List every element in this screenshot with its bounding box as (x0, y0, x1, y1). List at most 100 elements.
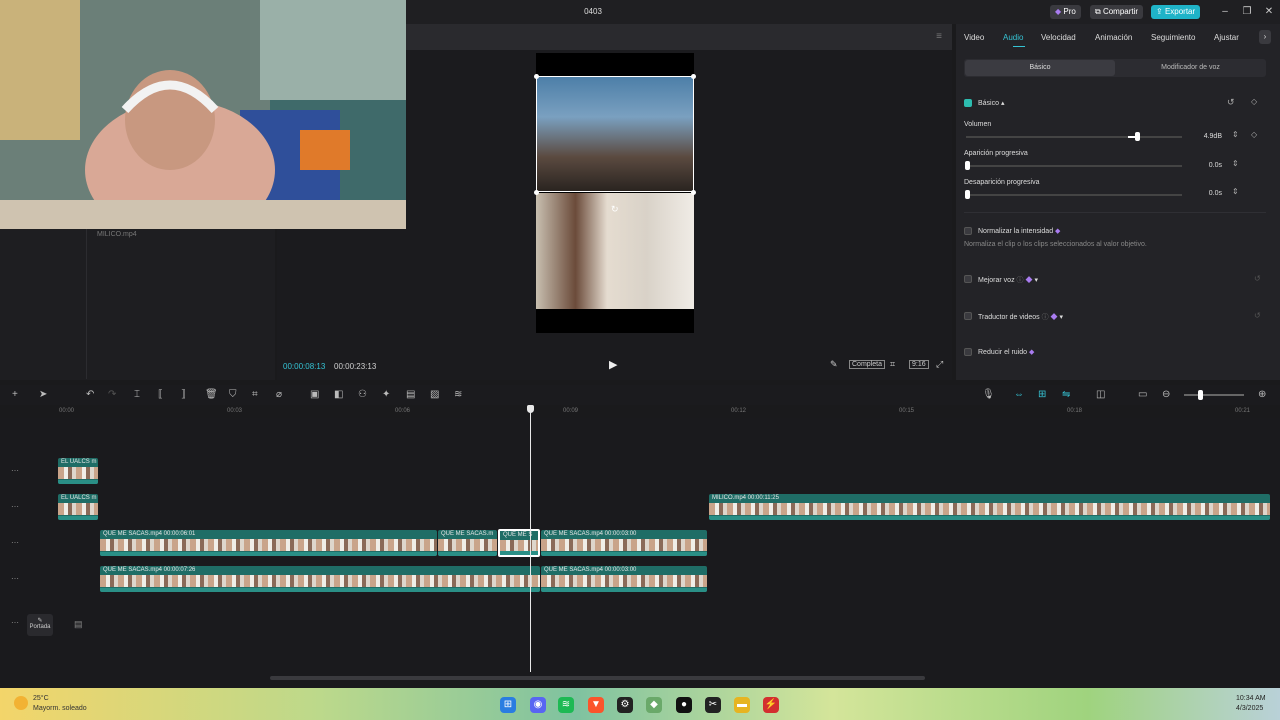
clock-time[interactable]: 10:34 AM (1236, 695, 1266, 702)
translator-checkbox[interactable] (964, 312, 972, 320)
weather-description[interactable]: Mayorm. soleado (33, 705, 87, 712)
reset-icon[interactable]: ↺ (1227, 97, 1235, 108)
fade-out-slider[interactable] (966, 194, 1182, 196)
fit-button[interactable]: Completa (849, 360, 885, 369)
tab-tracking[interactable]: Seguimiento (1151, 33, 1195, 42)
track-handle[interactable]: ⋯ (11, 574, 19, 583)
track-handle[interactable]: ⋯ (11, 466, 19, 475)
maximize-icon[interactable]: ❐ (1240, 5, 1254, 19)
trim-right-icon[interactable]: ⟧ (181, 389, 186, 400)
timeline-clip[interactable]: QUE ME SACAS.mp4 00:00:06:01 (100, 530, 437, 556)
track-handle[interactable]: ⋯ (11, 538, 19, 547)
audio-wave-icon[interactable]: ≋ (454, 389, 462, 400)
fade-in-value[interactable]: 0.0s (1184, 159, 1222, 172)
timeline-clip[interactable]: QUE ME SACAS.m (438, 530, 497, 556)
select-tool-icon[interactable]: ➤ (39, 389, 47, 400)
zoom-in-icon[interactable]: ⊕ (1258, 389, 1266, 400)
stepper-icon[interactable]: ⇕ (1232, 130, 1239, 139)
pro-button[interactable]: ◆ Pro (1050, 5, 1081, 19)
screen-icon[interactable]: ▭ (1138, 389, 1147, 400)
timeline-clip[interactable]: QUE ME SACAS.mp4 00:00:03:00 (541, 530, 707, 556)
resize-handle[interactable] (691, 190, 696, 195)
magic-icon[interactable]: ✦ (382, 389, 390, 400)
fade-in-slider-knob[interactable] (965, 161, 970, 170)
preview-axis-icon[interactable]: ⇋ (1062, 389, 1070, 400)
volume-slider[interactable] (966, 136, 1182, 138)
delete-icon[interactable]: 🗑 (205, 389, 218, 400)
split-icon[interactable]: ⌶ (134, 389, 140, 400)
media-clip-label[interactable]: MILICO.mp4 (97, 231, 137, 238)
microphone-icon[interactable]: 🎙 (982, 389, 995, 400)
playhead[interactable] (530, 406, 531, 672)
reset-icon[interactable]: ↺ (1254, 274, 1261, 283)
keyframe-icon[interactable]: ◇ (1251, 97, 1257, 106)
export-button[interactable]: ⇪ Exportar (1151, 5, 1201, 19)
share-button[interactable]: ⧉ Compartir (1090, 5, 1144, 19)
edit-icon[interactable]: ✎ (830, 359, 838, 370)
aspect-ratio-button[interactable]: 9:16 (909, 360, 929, 369)
cover-button[interactable]: ✎ Portada (27, 614, 53, 636)
subtab-voice-changer[interactable]: Modificador de voz (1116, 60, 1265, 76)
zoom-slider-knob[interactable] (1198, 390, 1203, 400)
minimize-icon[interactable]: – (1218, 5, 1232, 19)
subtab-basic[interactable]: Básico (965, 60, 1115, 76)
clock-date[interactable]: 4/3/2025 (1236, 705, 1263, 712)
timeline-clip[interactable]: QUE ME SACAS.mp4 00:00:07:26 (100, 566, 540, 592)
github-icon[interactable]: ● (676, 697, 692, 713)
track-handle[interactable]: ⋯ (11, 618, 19, 627)
timeline-clip[interactable]: EL UALCS m (58, 494, 98, 520)
zoom-slider[interactable] (1184, 394, 1244, 396)
stepper-icon[interactable]: ⇕ (1232, 187, 1239, 196)
timeline-clip[interactable]: EL UALCS m (58, 458, 98, 484)
tab-audio[interactable]: Audio (1003, 33, 1023, 42)
redo-icon[interactable]: ↷ (108, 389, 116, 400)
weather-temperature[interactable]: 25°C (33, 695, 49, 702)
volume-slider-knob[interactable] (1135, 132, 1140, 141)
preview-top-clip[interactable] (536, 76, 694, 192)
steam-icon[interactable]: ⚙ (617, 697, 633, 713)
bolt-icon[interactable]: ⚡ (763, 697, 779, 713)
fade-out-slider-knob[interactable] (965, 190, 970, 199)
rotate-icon[interactable]: ↻ (611, 204, 619, 215)
keyframe-icon[interactable]: ◇ (1251, 130, 1257, 139)
undo-icon[interactable]: ↶ (86, 389, 94, 400)
tab-video[interactable]: Video (964, 33, 984, 42)
close-icon[interactable]: ✕ (1262, 5, 1276, 19)
link-icon[interactable]: ⇔ (1014, 389, 1024, 400)
enhance-voice-checkbox[interactable] (964, 275, 972, 283)
timeline-clip[interactable]: QUE ME SACAS.mp4 00:00:03:00 (541, 566, 707, 592)
tab-speed[interactable]: Velocidad (1041, 33, 1076, 42)
resize-handle[interactable] (691, 74, 696, 79)
fade-out-value[interactable]: 0.0s (1184, 187, 1222, 200)
freeze-icon[interactable]: ▣ (310, 389, 319, 400)
timeline-clip[interactable]: MILICO.mp4 00:00:11:25 (709, 494, 1270, 520)
film-icon[interactable]: ▤ (74, 619, 83, 630)
stepper-icon[interactable]: ⇕ (1232, 159, 1239, 168)
tab-adjust[interactable]: Ajustar (1214, 33, 1239, 42)
image-icon[interactable]: ▨ (430, 389, 439, 400)
timeline-scrollbar[interactable] (270, 676, 925, 680)
tab-animation[interactable]: Animación (1095, 33, 1132, 42)
person-icon[interactable]: ⚇ (358, 389, 367, 400)
noise-reduction-checkbox[interactable] (964, 348, 972, 356)
brave-icon[interactable]: ▼ (588, 697, 604, 713)
menu-icon[interactable]: ≡ (936, 31, 942, 42)
add-track-icon[interactable]: + (12, 389, 18, 400)
reset-icon[interactable]: ↺ (1254, 311, 1261, 320)
track-handle[interactable]: ⋯ (11, 502, 19, 511)
normalize-checkbox[interactable] (964, 227, 972, 235)
layout-icon[interactable]: ◫ (1096, 389, 1105, 400)
spotify-icon[interactable]: ≋ (558, 697, 574, 713)
mirror-icon[interactable]: ◧ (334, 389, 343, 400)
basic-section-title[interactable]: Básico ▴ (978, 99, 1004, 107)
selected-clip[interactable]: QUE ME S (498, 529, 540, 557)
resize-handle[interactable] (534, 74, 539, 79)
weather-icon[interactable] (14, 696, 28, 710)
basic-checkbox[interactable] (964, 99, 972, 107)
snap-icon[interactable]: ⊞ (1038, 389, 1046, 400)
tabs-next-icon[interactable]: › (1259, 30, 1271, 44)
speed-icon[interactable]: ⌀ (276, 389, 282, 400)
folder-icon[interactable]: ▬ (734, 697, 750, 713)
discord-icon[interactable]: ◉ (530, 697, 546, 713)
trim-left-icon[interactable]: ⟦ (158, 389, 163, 400)
